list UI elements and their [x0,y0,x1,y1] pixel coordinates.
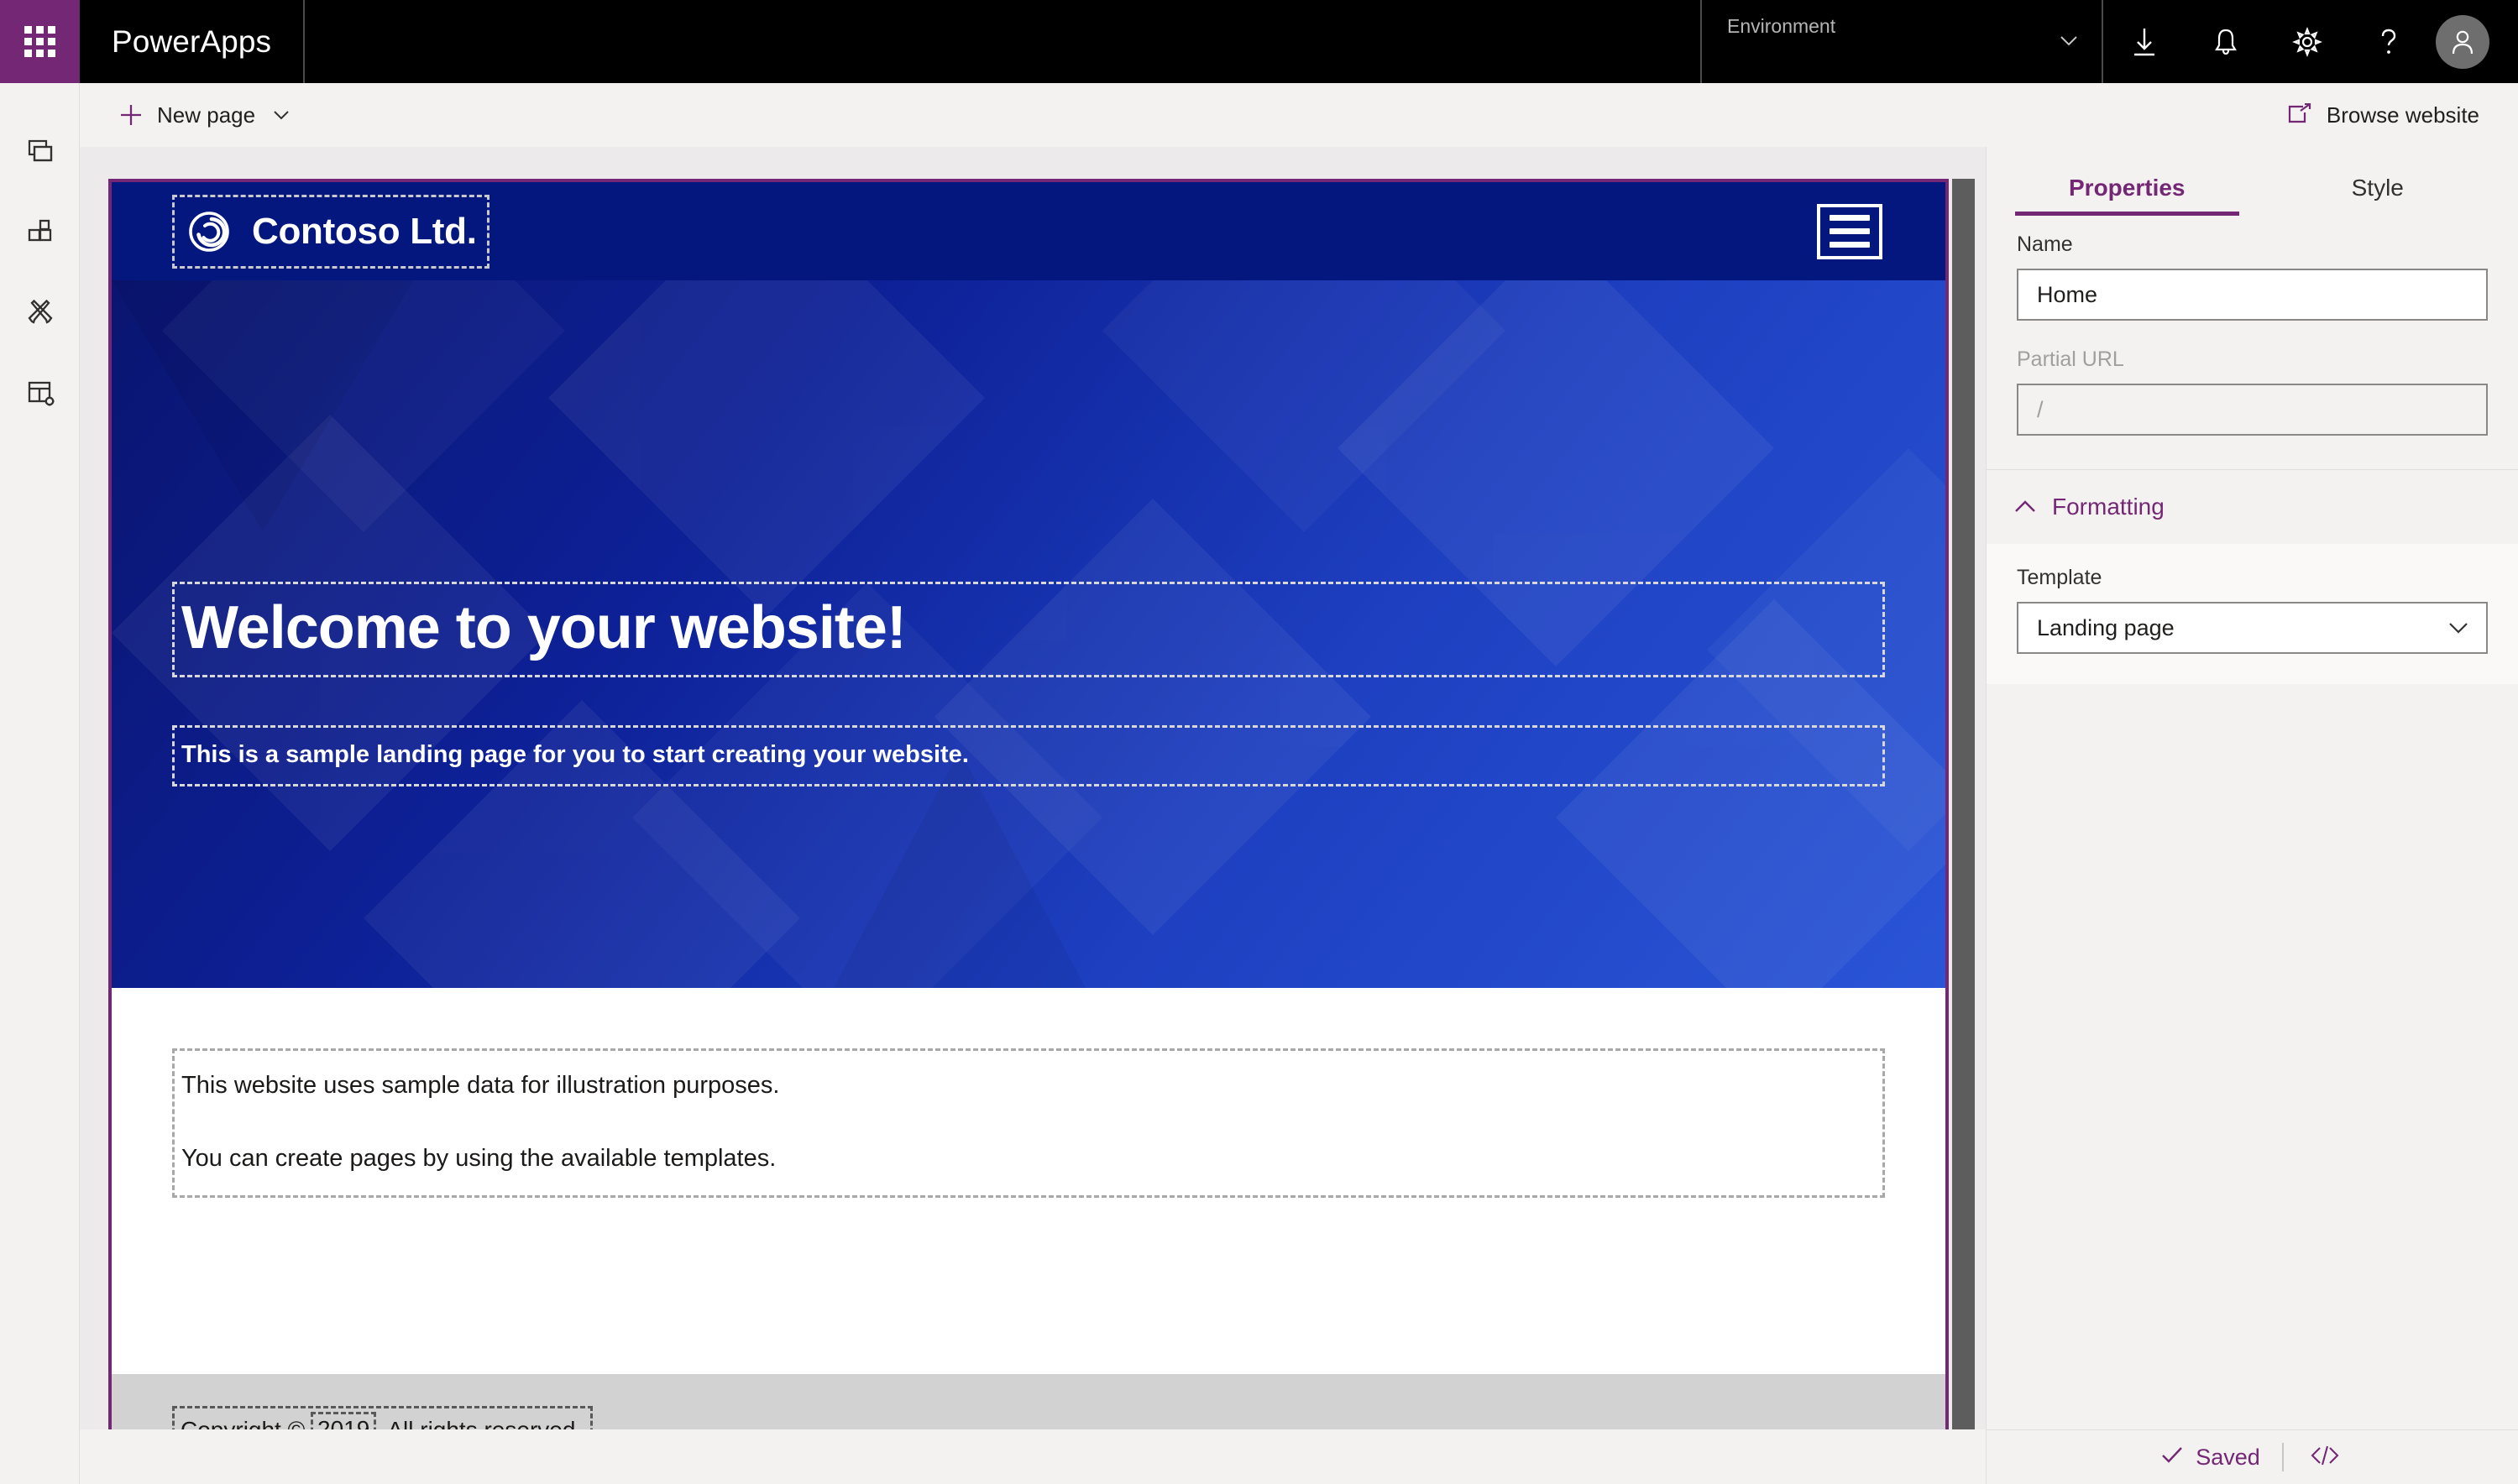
panel-fields: Name Home Partial URL / [1987,216,2518,436]
hero-content: Welcome to your website! This is a sampl… [172,582,1885,786]
partial-url-label: Partial URL [2017,347,2124,371]
body-paragraph-2: You can create pages by using the availa… [181,1145,777,1173]
browse-website-label: Browse website [2326,102,2479,128]
website-preview-frame: Contoso Ltd. Welcome to your website! Th… [108,179,1949,1484]
design-canvas-area: Contoso Ltd. Welcome to your website! Th… [80,147,1986,1484]
code-icon [2309,1444,2341,1471]
question-icon[interactable] [2348,0,2429,83]
environment-label: Environment [1727,15,1836,37]
properties-panel: Properties Style Name Home Partial URL /… [1986,147,2518,1429]
status-bar-left-fill [80,1429,1986,1484]
new-page-label: New page [157,102,256,128]
sidebar-item-theme[interactable] [0,273,80,353]
code-editor-button[interactable] [2284,1444,2366,1471]
canvas-scrollbar-thumb[interactable] [1952,179,1975,1484]
left-rail [0,83,80,1484]
theme-icon [24,296,57,330]
chevron-down-icon [2447,615,2469,641]
site-header: Contoso Ltd. [112,182,1945,280]
site-logo[interactable]: Contoso Ltd. [172,194,489,269]
formatting-accordion-header[interactable]: Formatting [1987,470,2518,544]
browse-website-button[interactable]: Browse website [2273,90,2493,140]
components-icon [24,217,57,250]
suite-spacer [305,0,1700,83]
body-text-block[interactable]: This website uses sample data for illust… [172,1048,1885,1199]
name-label: Name [2017,233,2073,256]
data-icon [24,376,57,410]
bell-icon[interactable] [2185,0,2266,83]
gear-icon[interactable] [2266,0,2348,83]
template-value: Landing page [2037,614,2175,640]
hero-subtitle[interactable]: This is a sample landing page for you to… [172,724,1885,786]
suite-icon-group [2103,0,2518,83]
pages-icon [24,137,57,170]
hamburger-menu-icon[interactable] [1817,203,1882,259]
environment-selector[interactable]: Environment [1700,0,2103,83]
site-body: This website uses sample data for illust… [112,988,1945,1374]
brand-powerapps[interactable]: PowerApps [80,0,306,83]
plus-icon [118,102,144,128]
person-icon [2452,30,2474,54]
template-dropdown[interactable]: Landing page [2017,602,2488,654]
chevron-down-icon [2060,32,2078,50]
name-input[interactable]: Home [2017,269,2488,321]
command-bar-right: Browse website [2273,90,2493,140]
template-label: Template [2017,566,2102,589]
formatting-label: Formatting [2052,494,2165,520]
saved-label: Saved [2196,1444,2260,1470]
waffle-grid-icon [24,26,55,57]
hero-banner: Welcome to your website! This is a sampl… [112,280,1945,988]
chevron-up-icon [2013,499,2037,515]
hero-title[interactable]: Welcome to your website! [172,582,1885,677]
command-bar: New page Browse website [80,83,2518,147]
download-icon[interactable] [2103,0,2185,83]
field-group-name: Name Home [2017,233,2488,321]
new-page-button[interactable]: New page [105,90,304,140]
checkmark-icon [2160,1445,2184,1471]
tab-style[interactable]: Style [2253,147,2504,216]
brand-label: PowerApps [112,24,272,59]
app-launcher-button[interactable] [0,0,80,83]
command-bar-left: New page [105,90,304,140]
tab-properties[interactable]: Properties [2002,147,2253,216]
site-logo-text: Contoso Ltd. [252,210,477,252]
external-link-icon [2286,103,2313,127]
sidebar-item-data[interactable] [0,353,80,432]
avatar[interactable] [2436,14,2489,69]
partial-url-input[interactable]: / [2017,384,2488,436]
sidebar-item-components[interactable] [0,193,80,273]
status-bar: Saved [1986,1429,2518,1484]
status-badge: Saved [2138,1445,2282,1471]
panel-tabs: Properties Style [1987,147,2518,216]
field-group-partial-url: Partial URL / [2017,347,2488,436]
formatting-accordion-body: Template Landing page [1987,544,2518,684]
sidebar-item-pages[interactable] [0,113,80,193]
tab-properties-label: Properties [2069,175,2186,201]
chevron-down-icon [272,106,291,124]
canvas-scrollbar[interactable] [1952,179,1975,1484]
website-preview-content: Contoso Ltd. Welcome to your website! Th… [112,182,1945,1484]
tab-style-label: Style [2351,175,2404,201]
suite-bar: PowerApps Environment [0,0,2518,83]
contoso-spiral-logo-icon [186,209,232,254]
body-paragraph-1: This website uses sample data for illust… [181,1072,780,1099]
